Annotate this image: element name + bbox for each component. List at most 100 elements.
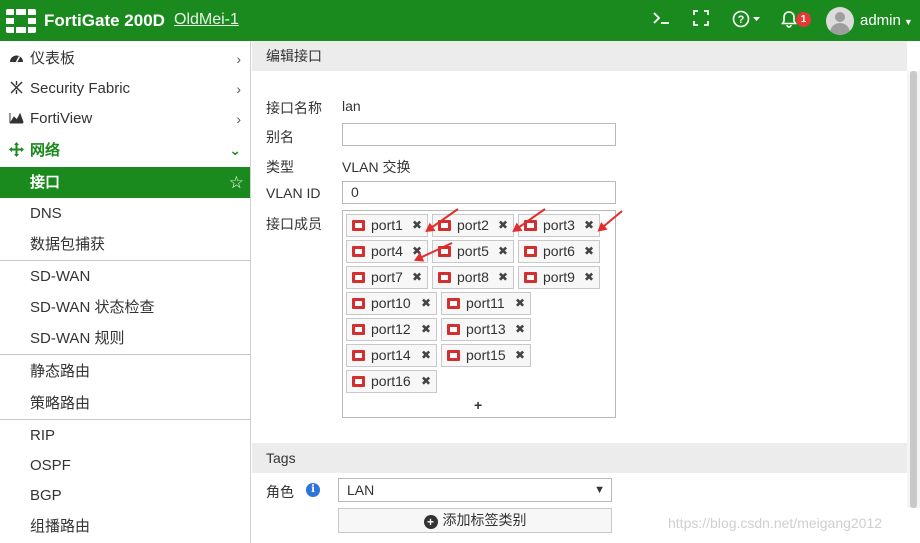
sidebar-item-dns[interactable]: DNS [0,198,250,229]
remove-icon[interactable]: ✖ [498,215,508,236]
member-label: port4 [371,243,403,259]
member-chip-port1[interactable]: port1 ✖ [346,214,428,237]
remove-icon[interactable]: ✖ [584,241,594,262]
member-label: port10 [371,295,411,311]
help-icon[interactable]: ? [730,10,764,32]
add-tag-category-label: 添加标签类别 [442,512,527,528]
members-label: 接口成员 [266,216,322,232]
member-chip-port8[interactable]: port8 ✖ [432,266,514,289]
interface-name-label: 接口名称 [266,100,322,116]
remove-icon[interactable]: ✖ [498,267,508,288]
member-chip-port16[interactable]: port16 ✖ [346,370,437,393]
sidebar-item-sd-wan-rules[interactable]: SD-WAN 规则 [0,323,250,354]
top-bar: FortiGate 200D OldMei-1 ? 1 admin ▼ [0,0,920,41]
dashboard-icon [8,44,24,74]
remove-icon[interactable]: ✖ [412,215,422,236]
vlan-id-input[interactable]: 0 [342,181,616,204]
member-label: port13 [466,321,506,337]
sidebar-item-ospf[interactable]: OSPF [0,451,250,481]
member-label: port1 [371,217,403,233]
remove-icon[interactable]: ✖ [421,319,431,340]
notification-badge: 1 [796,12,811,27]
member-label: port5 [457,243,489,259]
add-tag-category-button[interactable]: + 添加标签类别 [338,508,612,533]
port-icon [352,272,365,283]
hostname-link[interactable]: OldMei-1 [174,11,239,29]
sidebar-divider [0,354,250,355]
role-label: 角色 [266,484,294,500]
sidebar-item-rip[interactable]: RIP [0,421,250,451]
sidebar-item-dashboard[interactable]: 仪表板 › [0,44,250,74]
member-label: port14 [371,347,411,363]
remove-icon[interactable]: ✖ [421,371,431,392]
member-label: port6 [543,243,575,259]
sidebar-item-label: SD-WAN 状态检查 [30,299,155,316]
sidebar-item-label: 仪表板 [30,50,76,67]
remove-icon[interactable]: ✖ [412,267,422,288]
remove-icon[interactable]: ✖ [584,267,594,288]
interface-name-value: lan [342,98,361,114]
remove-icon[interactable]: ✖ [421,293,431,314]
security-fabric-icon [8,74,24,104]
sidebar-item-policy-routes[interactable]: 策略路由 [0,388,250,419]
member-chip-port13[interactable]: port13 ✖ [441,318,531,341]
sidebar-item-label: FortiView [30,110,93,127]
member-chip-port6[interactable]: port6 ✖ [518,240,600,263]
scrollbar-thumb[interactable] [910,71,917,508]
remove-icon[interactable]: ✖ [515,293,525,314]
sidebar-item-security-fabric[interactable]: Security Fabric › [0,74,250,104]
favorite-star-icon[interactable]: ☆ [229,167,244,198]
alias-input[interactable] [342,123,616,146]
member-chip-port15[interactable]: port15 ✖ [441,344,531,367]
member-chip-port14[interactable]: port14 ✖ [346,344,437,367]
role-select[interactable]: LAN ▼ [338,478,612,502]
sidebar-item-network[interactable]: 网络 ⌄ [0,135,250,166]
sidebar-divider [0,419,250,420]
sidebar-item-interfaces[interactable]: 接口 ☆ [0,167,250,198]
add-member-button[interactable]: + [474,397,482,413]
sidebar-item-label: 网络 [30,142,61,159]
member-chip-port9[interactable]: port9 ✖ [518,266,600,289]
member-label: port11 [466,295,505,311]
port-icon [447,298,460,309]
port-icon [352,246,365,257]
sidebar-item-sd-wan[interactable]: SD-WAN [0,261,250,292]
fortinet-logo-icon [6,9,36,33]
scrollbar[interactable] [907,71,920,508]
port-icon [524,246,537,257]
fullscreen-icon[interactable] [690,10,712,32]
remove-icon[interactable]: ✖ [515,319,525,340]
member-chip-port5[interactable]: port5 ✖ [432,240,514,263]
network-icon [8,135,24,166]
remove-icon[interactable]: ✖ [498,241,508,262]
port-icon [447,324,460,335]
sidebar-item-fortiview[interactable]: FortiView › [0,104,250,134]
sidebar-item-label: Security Fabric [30,80,131,97]
sidebar-item-bgp[interactable]: BGP [0,481,250,511]
sidebar-item-label: DNS [30,205,62,222]
remove-icon[interactable]: ✖ [515,345,525,366]
terminal-icon[interactable] [650,10,672,32]
user-menu[interactable]: admin ▼ [860,12,913,29]
sidebar-item-packet-capture[interactable]: 数据包捕获 [0,229,250,260]
chevron-right-icon: › [236,81,241,97]
info-icon[interactable]: i [306,483,320,497]
sidebar-item-label: OSPF [30,457,71,474]
alias-label: 别名 [266,129,294,145]
port-icon [352,298,365,309]
member-chip-port7[interactable]: port7 ✖ [346,266,428,289]
remove-icon[interactable]: ✖ [584,215,594,236]
avatar[interactable] [826,7,854,35]
sidebar-item-multicast-routing[interactable]: 组播路由 [0,512,250,542]
sidebar-item-static-routes[interactable]: 静态路由 [0,356,250,387]
remove-icon[interactable]: ✖ [421,345,431,366]
chevron-down-icon: ⌄ [229,142,241,158]
sidebar-item-label: 策略路由 [30,395,91,412]
sidebar-item-label: RIP [30,427,56,444]
member-label: port3 [543,217,575,233]
sidebar-item-sd-wan-status-check[interactable]: SD-WAN 状态检查 [0,292,250,323]
member-chip-port10[interactable]: port10 ✖ [346,292,437,315]
member-chip-port11[interactable]: port11 ✖ [441,292,531,315]
sidebar-item-label: SD-WAN 规则 [30,330,125,347]
member-chip-port12[interactable]: port12 ✖ [346,318,437,341]
